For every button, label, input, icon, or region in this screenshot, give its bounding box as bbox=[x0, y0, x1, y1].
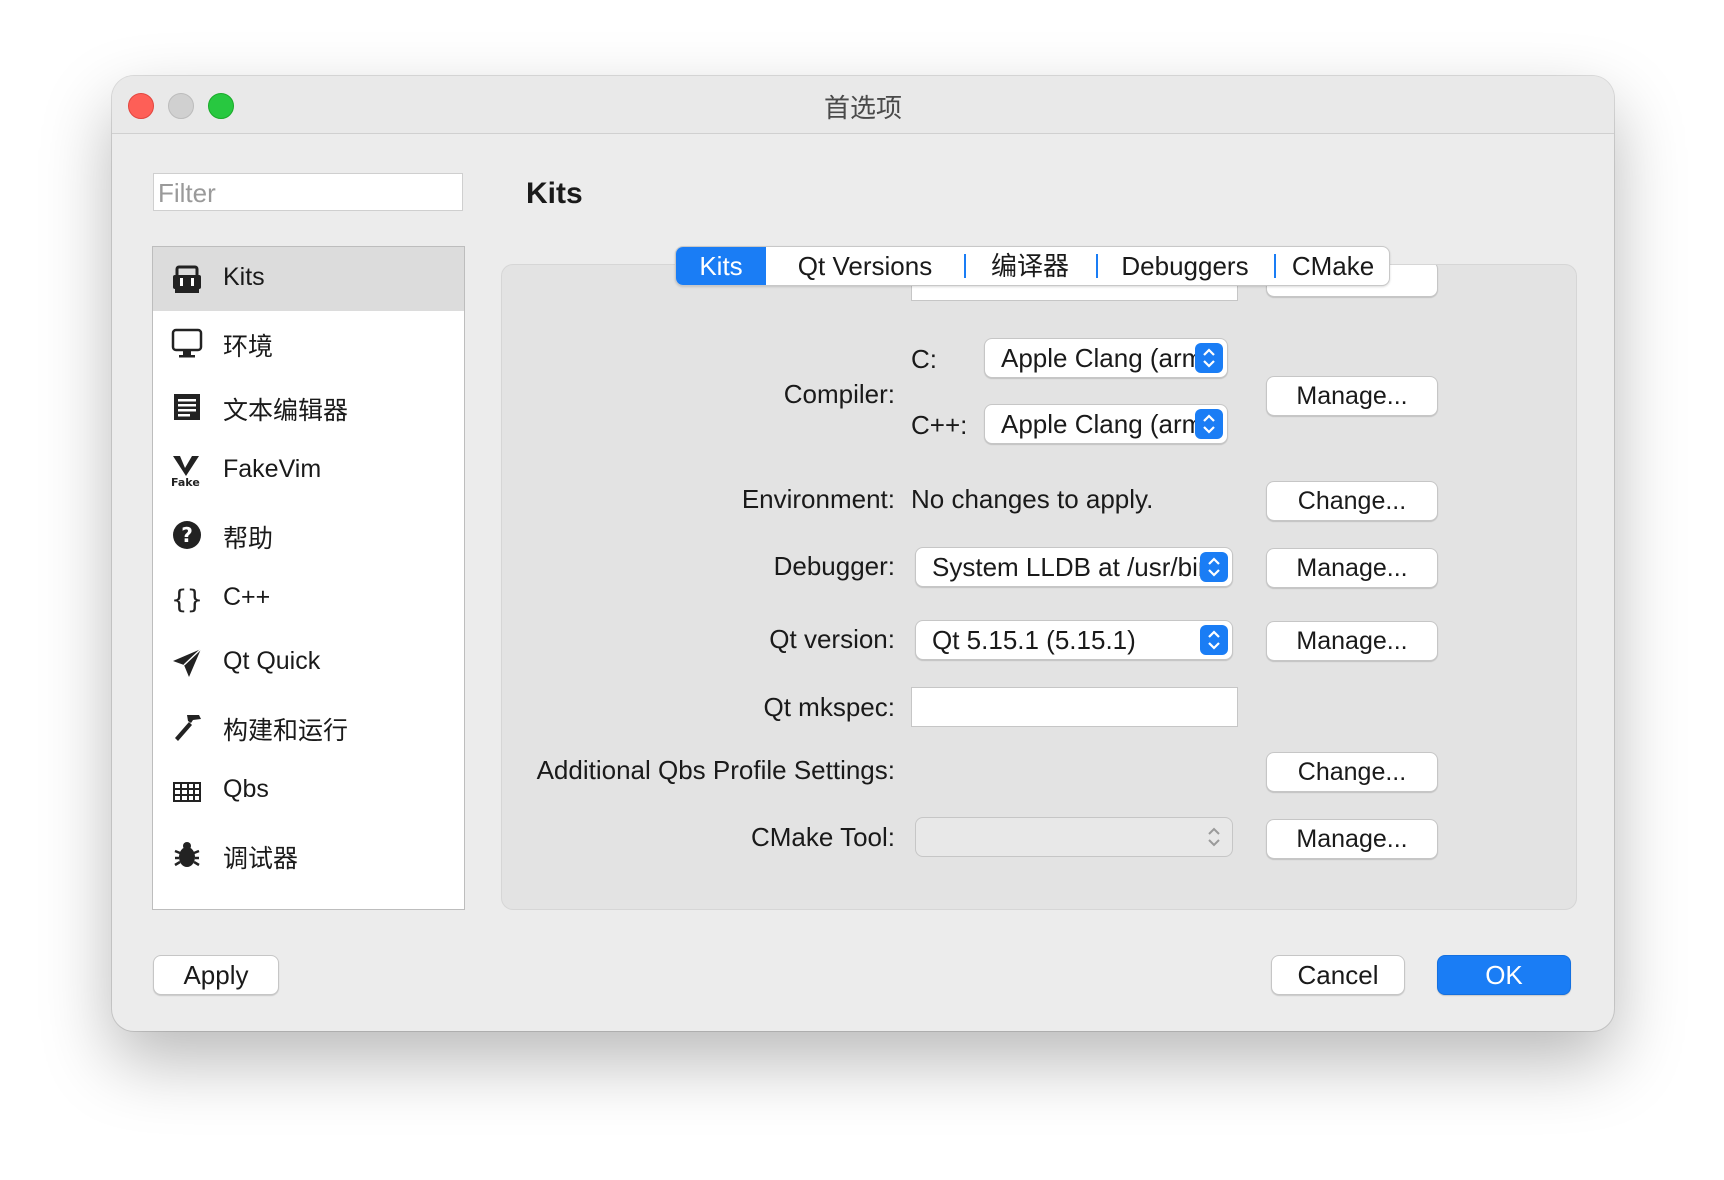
sidebar-item-help[interactable]: ? 帮助 bbox=[153, 503, 464, 567]
preferences-window: 首选项 Filter Kits 环境 文本编辑器 Fake FakeVim ? … bbox=[112, 76, 1614, 1031]
compiler-c-select[interactable]: Apple Clang (arm bbox=[984, 338, 1228, 378]
sidebar-item-cpp[interactable]: {} C++ bbox=[153, 567, 464, 631]
kit-settings-panel: Compiler: C: Apple Clang (arm C++: Apple… bbox=[501, 264, 1577, 910]
sidebar-item-label: 构建和运行 bbox=[223, 717, 349, 745]
svg-text:?: ? bbox=[181, 523, 193, 547]
sidebar-item-qbs[interactable]: Qbs bbox=[153, 759, 464, 823]
tab-kits[interactable]: Kits bbox=[676, 247, 766, 285]
text-editor-icon bbox=[169, 389, 205, 425]
bug-icon bbox=[169, 837, 205, 873]
chevron-up-down-icon bbox=[1195, 343, 1223, 373]
sidebar-item-fakevim[interactable]: Fake FakeVim bbox=[153, 439, 464, 503]
apply-button[interactable]: Apply bbox=[153, 955, 279, 995]
sidebar-item-label: C++ bbox=[223, 583, 271, 611]
window-title: 首选项 bbox=[823, 93, 902, 123]
sidebar-item-kits[interactable]: Kits bbox=[153, 247, 464, 311]
filter-input[interactable]: Filter bbox=[153, 173, 463, 211]
qbs-profile-label: Additional Qbs Profile Settings: bbox=[536, 755, 895, 785]
debugger-value: System LLDB at /usr/bin/ bbox=[932, 552, 1220, 582]
qbs-icon bbox=[169, 773, 205, 809]
qt-version-label: Qt version: bbox=[769, 624, 895, 654]
settings-category-list: Kits 环境 文本编辑器 Fake FakeVim ? 帮助 {} C++ Q… bbox=[152, 246, 465, 910]
compiler-cpp-select[interactable]: Apple Clang (arm bbox=[984, 404, 1228, 444]
compiler-cpp-label: C++: bbox=[911, 410, 968, 440]
ok-button[interactable]: OK bbox=[1437, 955, 1571, 995]
compiler-c-label: C: bbox=[911, 344, 937, 374]
tab-debuggers[interactable]: Debuggers bbox=[1100, 247, 1270, 285]
chevron-up-down-icon bbox=[1200, 625, 1228, 655]
braces-icon: {} bbox=[169, 581, 205, 617]
environment-label: Environment: bbox=[741, 484, 895, 514]
qt-version-value: Qt 5.15.1 (5.15.1) bbox=[932, 625, 1136, 655]
sidebar-item-debugger[interactable]: 调试器 bbox=[153, 823, 464, 887]
tab-separator bbox=[1096, 254, 1098, 278]
chevron-up-down-icon bbox=[1195, 409, 1223, 439]
compiler-cpp-value: Apple Clang (arm bbox=[1001, 409, 1204, 439]
sidebar-item-environment[interactable]: 环境 bbox=[153, 311, 464, 375]
qt-mkspec-label: Qt mkspec: bbox=[763, 692, 895, 722]
sidebar-item-label: 调试器 bbox=[223, 845, 299, 873]
tab-compilers[interactable]: 编译器 bbox=[968, 247, 1092, 285]
debugger-select[interactable]: System LLDB at /usr/bin/ bbox=[915, 547, 1233, 587]
fakevim-icon: Fake bbox=[169, 453, 205, 489]
cmake-tool-manage-button[interactable]: Manage... bbox=[1266, 819, 1438, 859]
title-bar: 首选项 bbox=[112, 76, 1614, 134]
cancel-button[interactable]: Cancel bbox=[1271, 955, 1405, 995]
qbs-profile-change-button[interactable]: Change... bbox=[1266, 752, 1438, 792]
qt-version-select[interactable]: Qt 5.15.1 (5.15.1) bbox=[915, 620, 1233, 660]
compiler-manage-button[interactable]: Manage... bbox=[1266, 376, 1438, 416]
sidebar-item-label: Qt Quick bbox=[223, 647, 321, 675]
tab-separator bbox=[1274, 254, 1276, 278]
tab-cmake[interactable]: CMake bbox=[1278, 247, 1388, 285]
environment-change-button[interactable]: Change... bbox=[1266, 481, 1438, 521]
cmake-tool-label: CMake Tool: bbox=[750, 822, 895, 852]
sidebar-item-label: Kits bbox=[223, 263, 265, 291]
help-icon: ? bbox=[169, 517, 205, 553]
page-title: Kits bbox=[526, 177, 583, 210]
debugger-manage-button[interactable]: Manage... bbox=[1266, 548, 1438, 588]
sidebar-item-label: FakeVim bbox=[223, 455, 322, 483]
paper-plane-icon bbox=[169, 645, 205, 681]
compiler-label: Compiler: bbox=[783, 379, 895, 409]
chevron-up-down-icon bbox=[1200, 552, 1228, 582]
cmake-tool-select[interactable] bbox=[915, 817, 1233, 857]
sidebar-item-label: 环境 bbox=[223, 333, 274, 361]
sidebar-item-label: 文本编辑器 bbox=[223, 397, 349, 425]
sidebar-item-label: Qbs bbox=[223, 775, 269, 803]
hammer-icon bbox=[169, 709, 205, 745]
sidebar-item-label: 帮助 bbox=[223, 525, 274, 553]
qt-version-manage-button[interactable]: Manage... bbox=[1266, 621, 1438, 661]
tab-qt-versions[interactable]: Qt Versions bbox=[770, 247, 960, 285]
chevron-up-down-icon bbox=[1200, 822, 1228, 852]
settings-tab-bar: Kits Qt Versions 编译器 Debuggers CMake bbox=[675, 246, 1390, 286]
qt-mkspec-input[interactable] bbox=[911, 687, 1238, 727]
sidebar-item-text-editor[interactable]: 文本编辑器 bbox=[153, 375, 464, 439]
kits-icon bbox=[169, 261, 205, 297]
tab-separator bbox=[964, 254, 966, 278]
debugger-label: Debugger: bbox=[773, 551, 895, 581]
monitor-icon bbox=[169, 325, 205, 361]
sidebar-item-build-run[interactable]: 构建和运行 bbox=[153, 695, 464, 759]
svg-text:Fake: Fake bbox=[171, 476, 200, 488]
svg-text:{}: {} bbox=[171, 585, 202, 615]
environment-value: No changes to apply. bbox=[911, 484, 1154, 514]
sidebar-item-qt-quick[interactable]: Qt Quick bbox=[153, 631, 464, 695]
compiler-c-value: Apple Clang (arm bbox=[1001, 343, 1204, 373]
